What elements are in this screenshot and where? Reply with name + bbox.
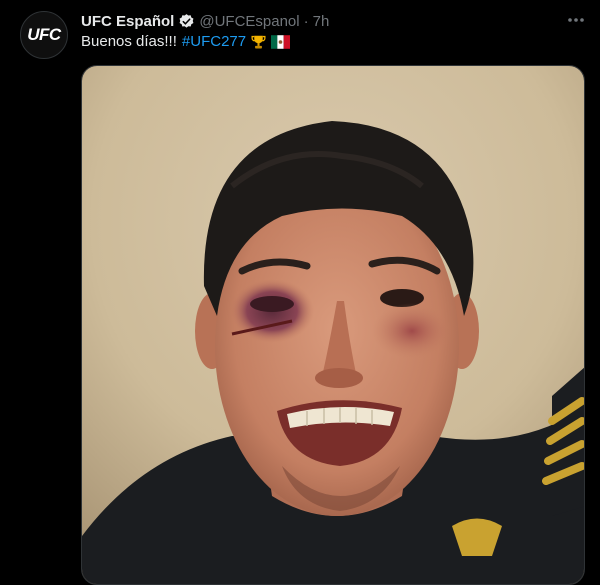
avatar-logo-text: UFC — [27, 25, 61, 44]
tweet-header: UFC Español @UFCEspanol · 7h — [81, 11, 329, 31]
more-options-icon[interactable] — [563, 9, 589, 31]
hashtag-link[interactable]: #UFC277 — [182, 33, 246, 51]
separator-dot: · — [303, 12, 309, 30]
tweet-photo[interactable] — [81, 65, 585, 585]
avatar[interactable]: UFC — [20, 11, 68, 59]
tweet-text: Buenos días!!! #UFC277 — [81, 33, 291, 51]
verified-badge-icon — [178, 13, 195, 30]
tweet[interactable]: UFC UFC Español @UFCEspanol · 7h Buenos … — [0, 0, 600, 585]
timestamp[interactable]: 7h — [313, 13, 330, 30]
trophy-icon — [250, 34, 267, 51]
display-name[interactable]: UFC Español — [81, 13, 174, 30]
handle[interactable]: @UFCEspanol — [199, 13, 299, 30]
mexico-flag-icon — [271, 35, 291, 49]
tweet-body: Buenos días!!! — [81, 33, 177, 50]
